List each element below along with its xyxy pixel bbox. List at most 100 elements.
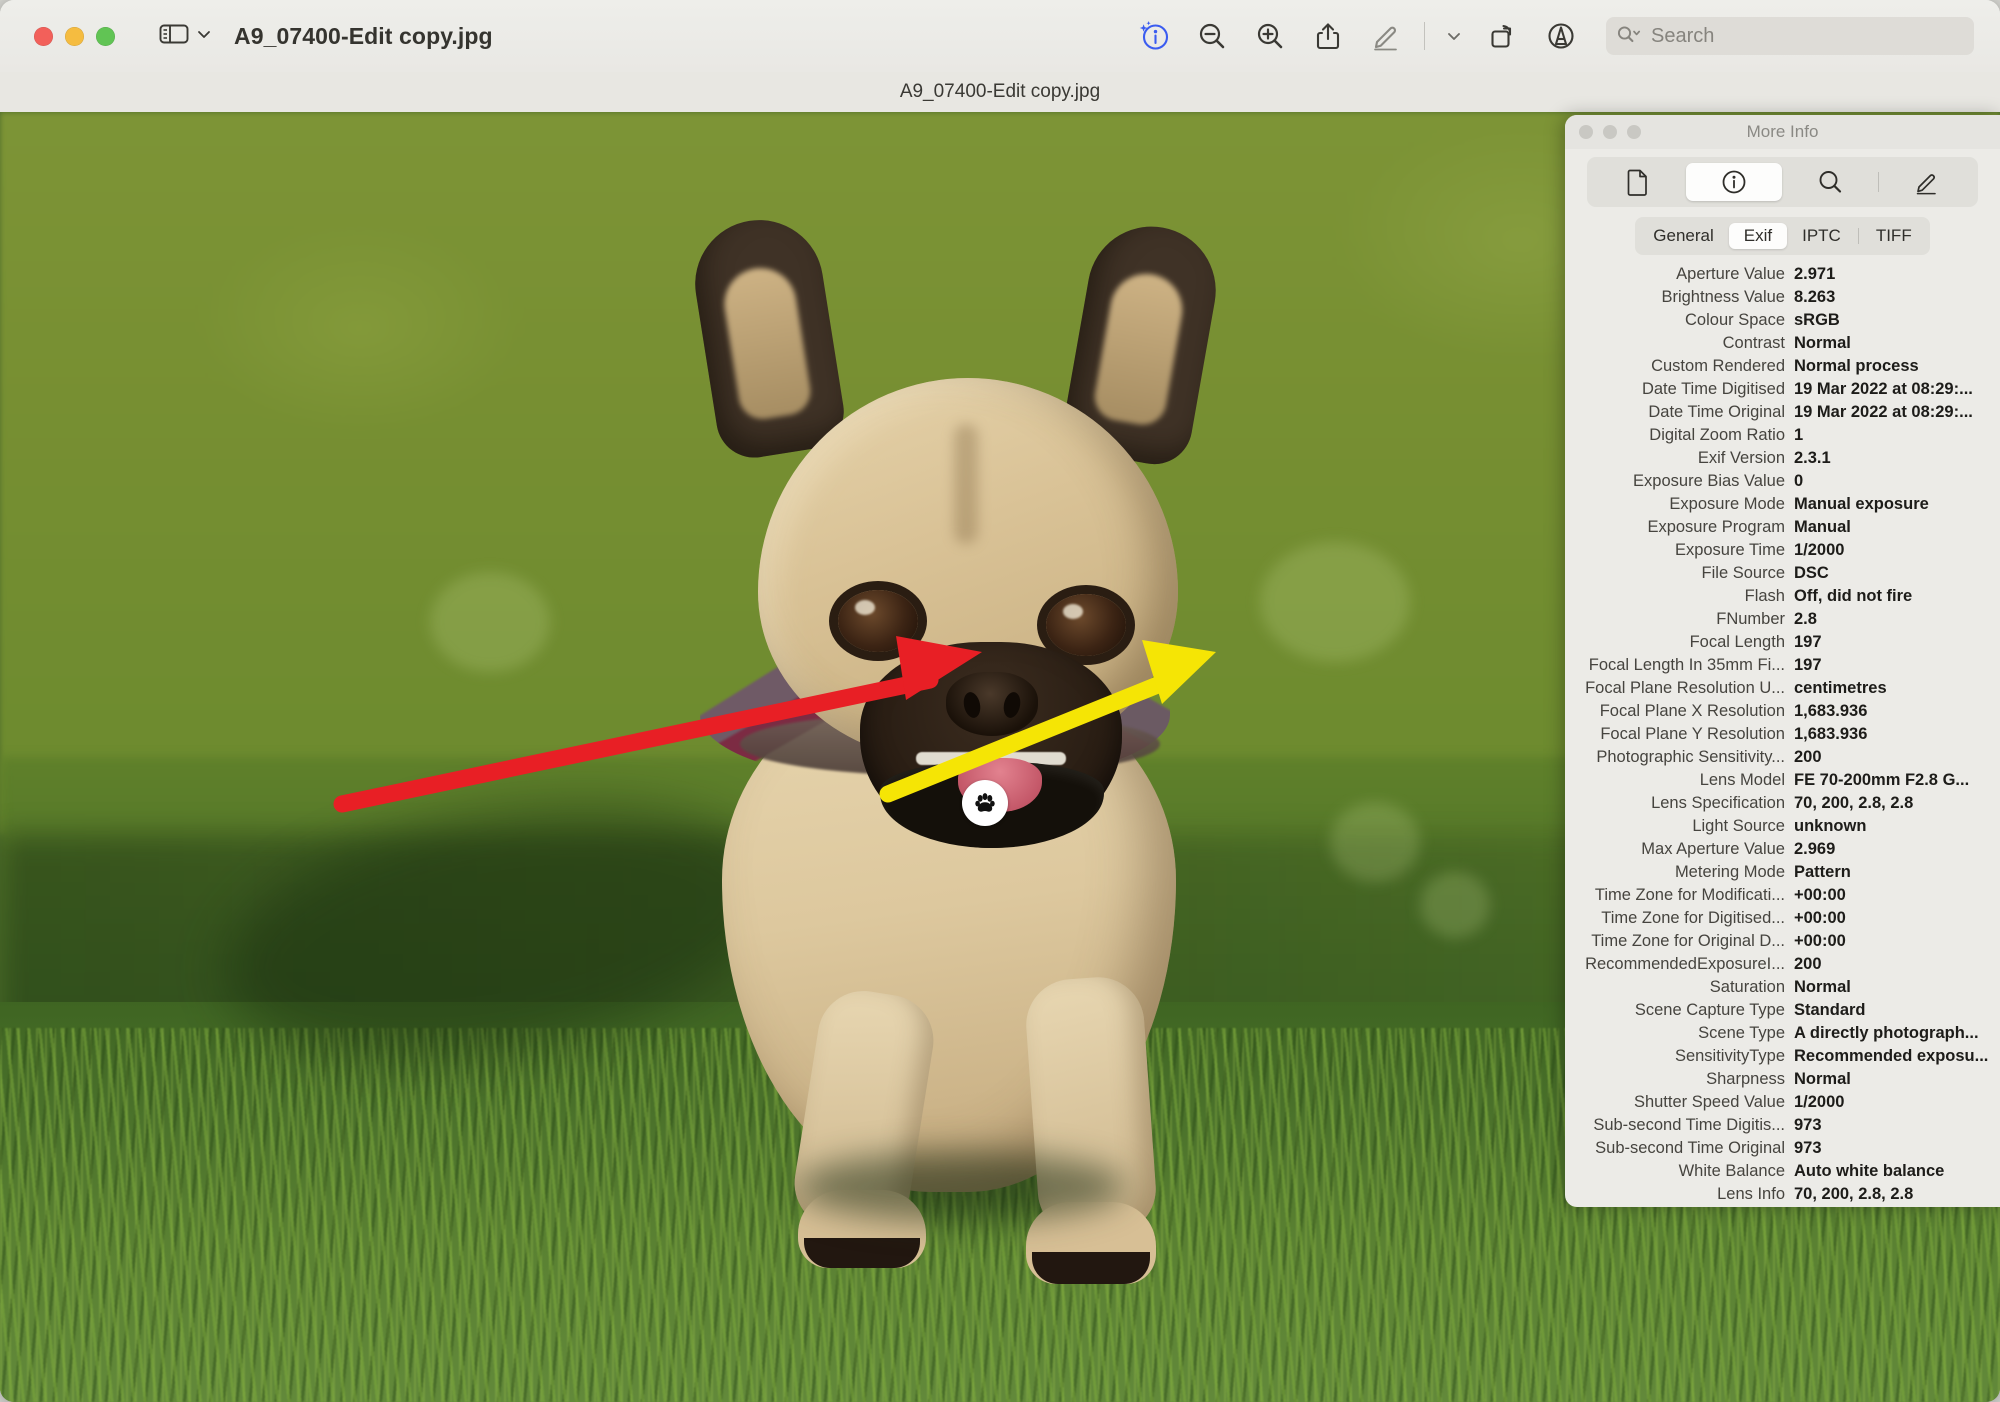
share-button[interactable] (1299, 10, 1357, 62)
exif-key: Exposure Program (1647, 518, 1785, 536)
markup-segment[interactable] (1879, 163, 1975, 201)
exif-value: 19 Mar 2022 at 08:29:... (1794, 403, 1973, 421)
markup-button[interactable] (1357, 10, 1415, 62)
exif-key: Focal Plane Y Resolution (1600, 725, 1785, 743)
exif-value: 973 (1794, 1139, 1822, 1157)
exif-row: Colour Space sRGB (1565, 311, 2000, 334)
exif-row: Shutter Speed Value 1/2000 (1565, 1093, 2000, 1116)
dog-ear-left (686, 210, 850, 464)
exif-key: Saturation (1709, 978, 1785, 996)
preview-window: A9_07400-Edit copy.jpg Search A9_07400-E… (0, 0, 2000, 1402)
traffic-lights (34, 26, 115, 46)
exif-key: Exposure Mode (1669, 495, 1785, 513)
markup-options-chevron-button[interactable] (1434, 10, 1474, 62)
exif-key: Max Aperture Value (1641, 840, 1785, 858)
exif-key: Photographic Sensitivity... (1596, 748, 1785, 766)
more-info-tabs: General Exif IPTC TIFF (1635, 217, 1930, 255)
exif-value: Normal (1794, 978, 1851, 996)
exif-key: Exposure Time (1674, 541, 1785, 559)
exif-key: Light Source (1692, 817, 1785, 835)
search-segment[interactable] (1782, 163, 1878, 201)
exif-value: FE 70-200mm F2.8 G... (1794, 771, 1970, 789)
exif-row: Exif Version 2.3.1 (1565, 449, 2000, 472)
exif-key: Scene Capture Type (1634, 1001, 1785, 1019)
exif-value: 2.8 (1794, 610, 1817, 628)
info-circle-icon (1722, 170, 1746, 194)
exif-row: Time Zone for Original D... +00:00 (1565, 932, 2000, 955)
exif-value: Auto white balance (1794, 1162, 1945, 1180)
paw-print-icon (975, 793, 995, 812)
exif-key: Aperture Value (1676, 265, 1785, 283)
exif-key: Lens Model (1699, 771, 1785, 789)
exif-value: 197 (1794, 633, 1822, 651)
exif-value: centimetres (1794, 679, 1887, 697)
exif-key: Date Time Digitised (1641, 380, 1785, 398)
exif-row: Digital Zoom Ratio 1 (1565, 426, 2000, 449)
exif-value: Normal (1794, 334, 1851, 352)
exif-key: Exif Version (1697, 449, 1785, 467)
rotate-button[interactable] (1474, 10, 1532, 62)
exif-row: Sub-second Time Original 973 (1565, 1139, 2000, 1162)
exif-value: Normal process (1794, 357, 1919, 375)
exif-key: RecommendedExposureI... (1585, 955, 1785, 973)
exif-row: Date Time Digitised 19 Mar 2022 at 08:29:… (1565, 380, 2000, 403)
exif-key: Time Zone for Original D... (1591, 932, 1785, 950)
exif-value: 197 (1794, 656, 1822, 674)
toolbar-divider (1424, 22, 1425, 50)
exif-value: Manual (1794, 518, 1851, 536)
close-button[interactable] (34, 26, 53, 46)
tab-general[interactable]: General (1638, 223, 1728, 249)
markup-info-button[interactable] (1125, 10, 1183, 62)
exif-key: Exposure Bias Value (1633, 472, 1785, 490)
search-field[interactable]: Search (1606, 17, 1974, 55)
document-subtitle: A9_07400-Edit copy.jpg (899, 81, 1101, 102)
tab-divider (1857, 228, 1859, 244)
minimise-button[interactable] (65, 26, 84, 46)
zoom-button[interactable] (96, 26, 115, 46)
exif-value: 1 (1794, 426, 1804, 444)
exif-key: File Source (1701, 564, 1785, 582)
zoom-out-button[interactable] (1183, 10, 1241, 62)
exif-key: Focal Plane Resolution U... (1585, 679, 1785, 697)
paw-badge-annotation[interactable] (962, 780, 1008, 826)
exif-key: Lens Info (1717, 1185, 1785, 1203)
exif-value: 2.971 (1794, 265, 1836, 283)
exif-value: Normal (1794, 1070, 1851, 1088)
exif-row: Focal Length In 35mm Fi... 197 (1565, 656, 2000, 679)
more-info-title: More Info (1746, 122, 1819, 141)
dog-paw-left-pads (804, 1238, 920, 1268)
exif-value: DSC (1794, 564, 1829, 582)
exif-row: FNumber 2.8 (1565, 610, 2000, 633)
exif-value: 973 (1794, 1116, 1822, 1134)
exif-row: Photographic Sensitivity... 200 (1565, 748, 2000, 771)
exif-key: Lens Specification (1651, 794, 1785, 812)
exif-row: Metering Mode Pattern (1565, 863, 2000, 886)
exif-key: Scene Type (1698, 1024, 1785, 1042)
exif-key: Focal Plane X Resolution (1599, 702, 1785, 720)
document-segment[interactable] (1590, 163, 1686, 201)
exif-value: 8.263 (1794, 288, 1836, 306)
exif-row: SensitivityType Recommended exposu... (1565, 1047, 2000, 1070)
exif-key: Date Time Original (1648, 403, 1785, 421)
annotate-button[interactable] (1532, 10, 1590, 62)
exif-key: Metering Mode (1674, 863, 1785, 881)
more-info-segment-wrap (1565, 149, 2000, 217)
exif-value: 19 Mar 2022 at 08:29:... (1794, 380, 1973, 398)
exif-value: +00:00 (1794, 932, 1846, 950)
info-segment[interactable] (1686, 163, 1782, 201)
exif-key: Shutter Speed Value (1633, 1093, 1785, 1111)
zoom-in-button[interactable] (1241, 10, 1299, 62)
exif-key: White Balance (1678, 1162, 1785, 1180)
exif-row: Exposure Mode Manual exposure (1565, 495, 2000, 518)
exif-value: 200 (1794, 955, 1822, 973)
tab-iptc[interactable]: IPTC (1787, 223, 1856, 249)
exif-row: Saturation Normal (1565, 978, 2000, 1001)
exif-value: unknown (1794, 817, 1867, 835)
exif-row: Lens Specification 70, 200, 2.8, 2.8 (1565, 794, 2000, 817)
sidebar-toggle-button[interactable] (159, 22, 212, 51)
tab-exif[interactable]: Exif (1728, 223, 1788, 249)
tab-tiff[interactable]: TIFF (1861, 223, 1927, 249)
exif-key: Custom Rendered (1651, 357, 1785, 375)
exif-key: Time Zone for Modificati... (1594, 886, 1785, 904)
exif-key: Flash (1744, 587, 1785, 605)
